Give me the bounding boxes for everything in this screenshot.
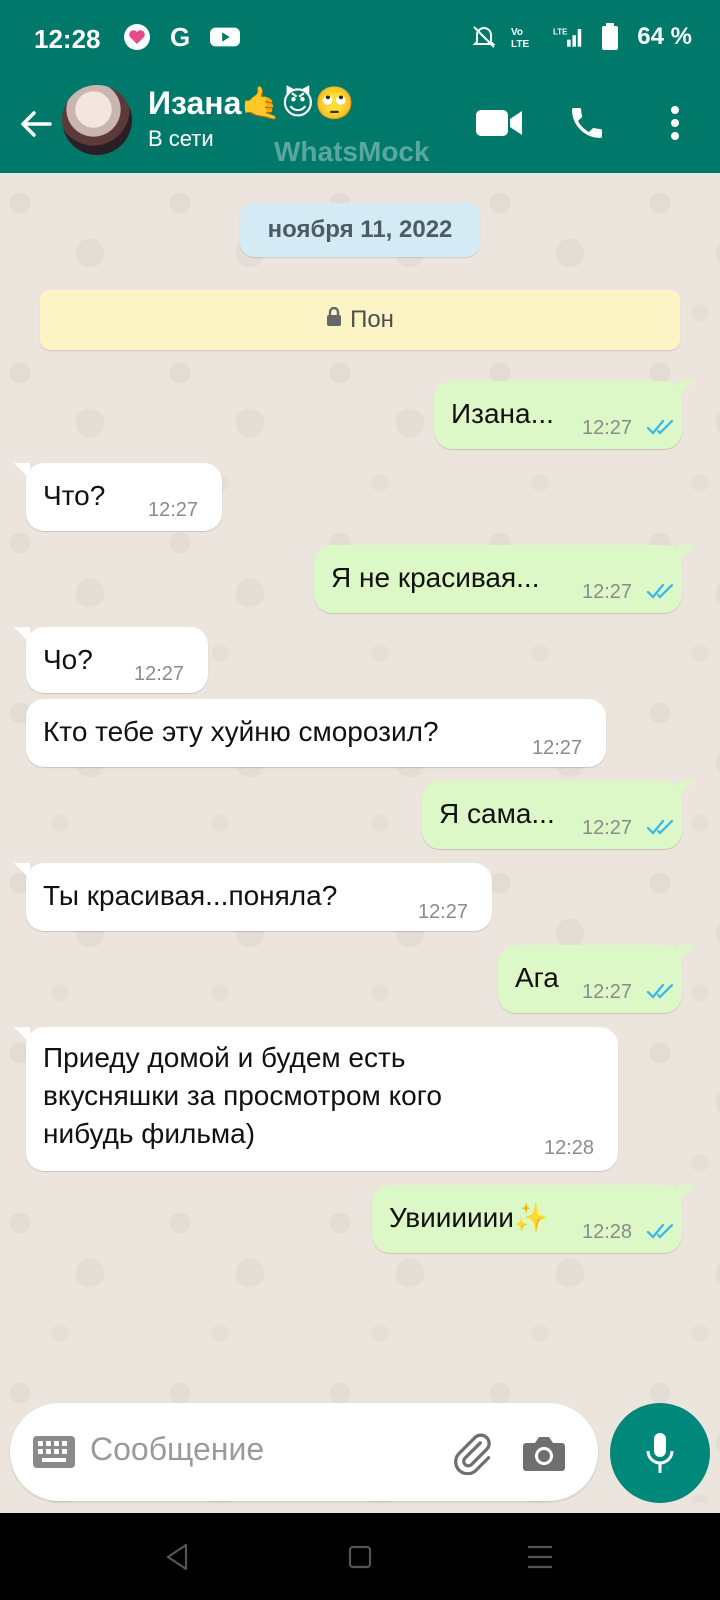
read-receipt-icon [646,1223,674,1239]
message-text: Я не красивая... [331,562,540,593]
message-text: Что? [43,480,106,511]
message-text: Увииииии✨ [389,1202,549,1233]
keyboard-icon[interactable] [32,1435,76,1469]
svg-text:G: G [170,23,190,51]
message-bubble-incoming[interactable]: Чо? 12:27 [14,627,208,693]
youtube-icon [210,22,240,52]
svg-text:LTE: LTE [511,39,529,50]
message-bubble-outgoing[interactable]: Изана... 12:27 [434,381,694,449]
message-text: Кто тебе эту хуйню сморозил? [43,716,439,747]
message-text: Приеду домой и будем есть вкусняшки за п… [43,1042,442,1149]
volte-icon: Vo LTE [511,22,541,52]
message-bubble-incoming[interactable]: Приеду домой и будем есть вкусняшки за п… [14,1027,618,1171]
message-text: Я сама... [439,798,555,829]
message-bubble-incoming[interactable]: Кто тебе эту хуйню сморозил? 12:27 [26,699,606,767]
mute-icon [469,22,499,52]
message-time: 12:27 [148,499,199,521]
nav-recents-icon[interactable] [522,1539,558,1575]
message-input[interactable]: Сообщение [90,1431,264,1468]
watermark: WhatsMock [274,136,430,167]
contact-status: В сети [148,126,214,151]
message-text: Чо? [43,644,93,675]
message-text: Ага [515,962,559,993]
message-text: Изана... [451,398,554,429]
lock-icon [326,306,342,334]
battery-icon [595,22,625,52]
camera-icon[interactable] [522,1433,566,1473]
encryption-notice[interactable]: Пон [40,290,680,350]
likee-icon [122,22,152,52]
message-time: 12:27 [532,737,583,759]
notice-text: Пон [350,306,394,333]
message-bubble-outgoing[interactable]: Увииииии✨ 12:28 [372,1185,694,1253]
battery-percent: 64 % [637,23,692,50]
message-time: 12:28 [544,1137,595,1159]
mic-icon [646,1433,674,1473]
read-receipt-icon [646,419,674,435]
message-input-bar[interactable]: Сообщение [10,1403,598,1501]
message-time: 12:27 [582,417,633,439]
video-call-icon[interactable] [474,98,524,148]
message-time: 12:27 [582,581,633,603]
back-arrow-icon[interactable] [16,104,56,144]
attach-icon[interactable] [450,1431,494,1476]
status-bar: 12:28 G Vo LTE LTE 64 % [0,0,720,80]
mic-button[interactable] [610,1403,710,1503]
nav-home-icon[interactable] [342,1539,378,1575]
message-bubble-outgoing[interactable]: Ага 12:27 [498,945,694,1013]
message-bubble-outgoing[interactable]: Я не красивая... 12:27 [314,545,694,613]
message-time: 12:28 [582,1221,633,1243]
read-receipt-icon [646,819,674,835]
status-time: 12:28 [34,24,101,54]
google-icon: G [166,22,196,52]
message-bubble-outgoing[interactable]: Я сама... 12:27 [422,781,694,849]
more-options-icon[interactable] [650,98,700,148]
message-time: 12:27 [134,663,185,685]
read-receipt-icon [646,583,674,599]
chat-area[interactable]: ноября 11, 2022 Пон Изана... 12:27 Что? … [0,173,720,1503]
message-text: Ты красивая...поняла? [43,880,338,911]
contact-name[interactable]: Изана🤙😈🙄 [148,84,354,122]
date-divider: ноября 11, 2022 [240,203,480,257]
read-receipt-icon [646,983,674,999]
message-time: 12:27 [418,901,469,923]
contact-avatar[interactable] [62,85,132,155]
chat-header: Изана🤙😈🙄 В сети WhatsMock [0,80,720,173]
message-bubble-incoming[interactable]: Ты красивая...поняла? 12:27 [14,863,492,931]
voice-call-icon[interactable] [562,98,612,148]
nav-back-icon[interactable] [160,1539,196,1575]
svg-text:Vo: Vo [511,27,523,38]
system-navigation-bar [0,1513,720,1600]
message-time: 12:27 [582,817,633,839]
lte-signal-icon: LTE [553,22,583,52]
svg-text:LTE: LTE [553,27,567,36]
message-bubble-incoming[interactable]: Что? 12:27 [14,463,222,531]
message-time: 12:27 [582,981,633,1003]
